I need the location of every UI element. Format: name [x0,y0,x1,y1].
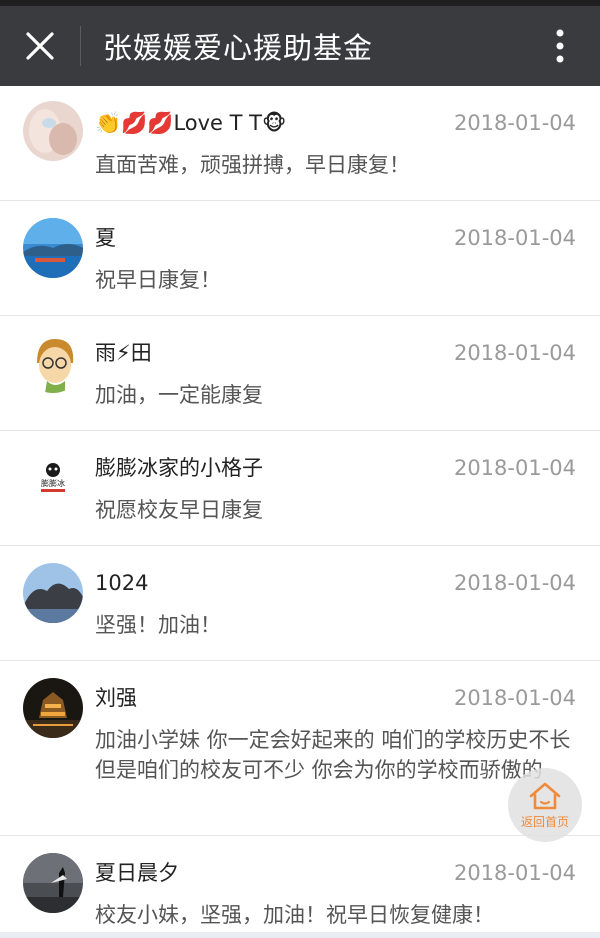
comment-text: 祝早日康复！ [95,268,221,292]
avatar[interactable] [23,853,83,913]
page-title: 张媛媛爱心援助基金 [103,31,374,65]
more-vertical-icon [556,29,564,63]
avatar[interactable]: 膨膨冰 [23,448,83,508]
close-icon [26,32,54,60]
commenter-name: 刘强 [95,686,137,710]
back-home-button[interactable]: 返回首页 [508,768,582,842]
mountain-photo-icon [23,563,83,623]
night-building-photo-icon [23,678,83,738]
avatar[interactable] [23,563,83,623]
comment-text: 祝愿校友早日康复 [95,498,263,522]
avatar[interactable] [23,101,83,161]
comment-text: 坚强！加油！ [95,613,221,637]
cartoon-face-icon [23,333,83,393]
comment-date: 2018-01-04 [453,111,576,135]
avatar[interactable] [23,333,83,393]
comment-item: 夏 2018-01-04 祝早日康复！ [0,201,600,316]
avatar[interactable] [23,678,83,738]
bottom-edge [0,932,600,938]
comment-text: 校友小妹，坚强，加油！祝早日恢复健康！ [95,903,494,927]
comment-date: 2018-01-04 [453,341,576,365]
commenter-name: 夏日晨夕 [95,861,179,885]
more-button[interactable] [520,6,600,86]
comment-date: 2018-01-04 [453,686,576,710]
close-button[interactable] [0,6,80,86]
shop-logo-text: 膨膨冰 [41,478,65,488]
comment-text: 直面苦难，顽强拼搏，早日康复！ [95,153,410,177]
comment-item: 1024 2018-01-04 坚强！加油！ [0,546,600,661]
title-divider [80,26,81,66]
comment-date: 2018-01-04 [453,226,576,250]
comment-text: 加油小学妹 你一定会好起来的 咱们的学校历史不长 但是咱们的校友可不少 你会为你… [95,728,571,782]
commenter-name: 膨膨冰家的小格子 [95,456,263,480]
commenter-name: 夏 [95,226,116,250]
commenter-name: 1024 [95,571,149,595]
home-icon [529,782,561,809]
comment-item: 膨膨冰 膨膨冰家的小格子 2018-01-04 祝愿校友早日康复 [0,431,600,546]
commenter-name: 雨⚡田 [95,341,152,365]
comment-date: 2018-01-04 [453,571,576,595]
title-bar: 张媛媛爱心援助基金 [0,6,600,86]
back-home-label: 返回首页 [520,814,569,829]
commenter-name: 👏💋💋Love T T🐵 [95,111,287,135]
comment-item: 雨⚡田 2018-01-04 加油，一定能康复 [0,316,600,431]
comment-date: 2018-01-04 [453,456,576,480]
shop-logo-icon: 膨膨冰 [23,448,83,508]
avatar[interactable] [23,218,83,278]
comment-item: 👏💋💋Love T T🐵 2018-01-04 直面苦难，顽强拼搏，早日康复！ [0,86,600,201]
baby-photo-icon [23,101,83,161]
lake-photo-icon [23,218,83,278]
comment-text: 加油，一定能康复 [95,383,263,407]
silhouette-photo-icon [23,853,83,913]
comment-item: 夏日晨夕 2018-01-04 校友小妹，坚强，加油！祝早日恢复健康！ [0,836,600,936]
comment-date: 2018-01-04 [453,861,576,885]
